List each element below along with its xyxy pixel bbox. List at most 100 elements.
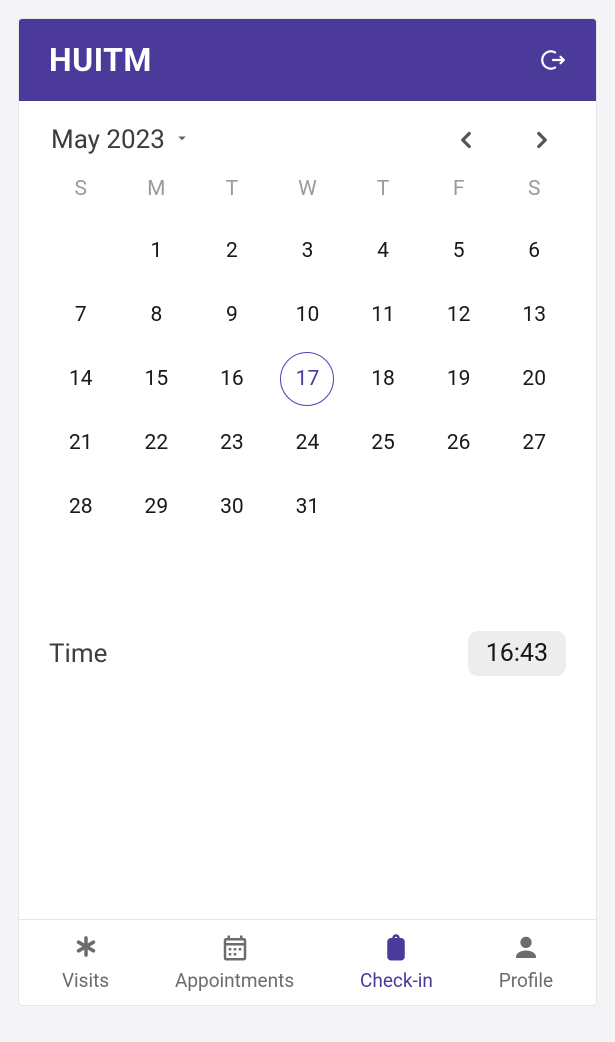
day-number: 19 <box>432 352 486 406</box>
time-label: Time <box>49 639 107 669</box>
month-label: May 2023 <box>51 125 165 155</box>
day-number: 6 <box>507 224 561 278</box>
day-number: 23 <box>205 416 259 470</box>
day-cell[interactable]: 19 <box>421 352 497 406</box>
day-cell[interactable]: 17 <box>270 352 346 406</box>
chevron-down-icon <box>173 129 191 151</box>
day-number: 24 <box>280 416 334 470</box>
tab-visits[interactable]: Visits <box>62 933 109 992</box>
weekday-label: T <box>194 177 270 201</box>
header-bar: HUITM <box>19 19 596 101</box>
day-cell[interactable]: 12 <box>421 288 497 342</box>
tab-label: Visits <box>62 969 109 992</box>
day-cell[interactable]: 13 <box>496 288 572 342</box>
tab-label: Check-in <box>360 969 433 992</box>
day-cell[interactable]: 18 <box>345 352 421 406</box>
day-number: 28 <box>54 480 108 534</box>
weekday-label: W <box>270 177 346 201</box>
day-number: 18 <box>356 352 410 406</box>
day-cell[interactable]: 15 <box>119 352 195 406</box>
day-cell[interactable]: 20 <box>496 352 572 406</box>
day-cell[interactable]: 14 <box>43 352 119 406</box>
day-cell[interactable]: 23 <box>194 416 270 470</box>
day-number: 12 <box>432 288 486 342</box>
day-number: 13 <box>507 288 561 342</box>
month-selector[interactable]: May 2023 <box>43 119 199 161</box>
day-number: 15 <box>129 352 183 406</box>
day-number: 26 <box>432 416 486 470</box>
day-number: 4 <box>356 224 410 278</box>
day-number: 25 <box>356 416 410 470</box>
weekday-label: F <box>421 177 497 201</box>
day-number: 21 <box>54 416 108 470</box>
person-icon <box>511 933 541 963</box>
asterisk-icon <box>71 933 101 963</box>
logout-icon <box>541 47 567 73</box>
day-cell[interactable]: 21 <box>43 416 119 470</box>
day-cell[interactable]: 30 <box>194 480 270 534</box>
day-number: 9 <box>205 288 259 342</box>
day-cell[interactable]: 4 <box>345 224 421 278</box>
day-number: 7 <box>54 288 108 342</box>
month-nav <box>448 122 572 158</box>
day-number: 16 <box>205 352 259 406</box>
day-cell[interactable]: 5 <box>421 224 497 278</box>
day-number: 17 <box>280 352 334 406</box>
day-number: 5 <box>432 224 486 278</box>
app-title: HUITM <box>49 41 152 79</box>
content: May 2023 SMTWTFS 12345678910111213141516… <box>19 101 596 919</box>
day-cell[interactable]: 29 <box>119 480 195 534</box>
weekday-label: S <box>496 177 572 201</box>
day-cell[interactable]: 22 <box>119 416 195 470</box>
day-cell[interactable]: 28 <box>43 480 119 534</box>
day-cell[interactable]: 16 <box>194 352 270 406</box>
chevron-left-icon <box>453 127 479 153</box>
day-number: 14 <box>54 352 108 406</box>
day-number: 2 <box>205 224 259 278</box>
day-cell[interactable]: 11 <box>345 288 421 342</box>
weekday-row: SMTWTFS <box>43 177 572 201</box>
day-number: 31 <box>280 480 334 534</box>
tab-appointments[interactable]: Appointments <box>175 933 294 992</box>
tab-label: Profile <box>499 969 553 992</box>
day-cell[interactable]: 27 <box>496 416 572 470</box>
day-cell[interactable]: 3 <box>270 224 346 278</box>
tab-profile[interactable]: Profile <box>499 933 553 992</box>
day-cell[interactable]: 1 <box>119 224 195 278</box>
day-cell[interactable]: 31 <box>270 480 346 534</box>
day-number: 3 <box>280 224 334 278</box>
day-cell[interactable]: 8 <box>119 288 195 342</box>
day-cell[interactable]: 26 <box>421 416 497 470</box>
chevron-right-icon <box>529 127 555 153</box>
next-month-button[interactable] <box>524 122 560 158</box>
weekday-label: S <box>43 177 119 201</box>
weekday-label: T <box>345 177 421 201</box>
day-cell[interactable]: 6 <box>496 224 572 278</box>
tab-checkin[interactable]: Check-in <box>360 933 433 992</box>
prev-month-button[interactable] <box>448 122 484 158</box>
calendar-icon <box>220 933 250 963</box>
clipboard-icon <box>381 933 411 963</box>
day-cell[interactable]: 10 <box>270 288 346 342</box>
day-cell[interactable]: 24 <box>270 416 346 470</box>
day-number: 20 <box>507 352 561 406</box>
day-cell[interactable]: 7 <box>43 288 119 342</box>
calendar-grid: 1234567891011121314151617181920212223242… <box>43 219 572 539</box>
tab-label: Appointments <box>175 969 294 992</box>
day-number: 22 <box>129 416 183 470</box>
day-cell[interactable]: 9 <box>194 288 270 342</box>
day-number: 30 <box>205 480 259 534</box>
day-cell[interactable]: 2 <box>194 224 270 278</box>
day-cell[interactable]: 25 <box>345 416 421 470</box>
day-number: 29 <box>129 480 183 534</box>
tab-bar: Visits Appointments Check-in Profile <box>19 919 596 1005</box>
day-number: 1 <box>129 224 183 278</box>
logout-button[interactable] <box>536 42 572 78</box>
weekday-label: M <box>119 177 195 201</box>
calendar-header: May 2023 <box>43 119 572 161</box>
day-number: 10 <box>280 288 334 342</box>
day-number: 11 <box>356 288 410 342</box>
time-picker[interactable]: 16:43 <box>468 631 566 676</box>
day-number: 27 <box>507 416 561 470</box>
day-number: 8 <box>129 288 183 342</box>
